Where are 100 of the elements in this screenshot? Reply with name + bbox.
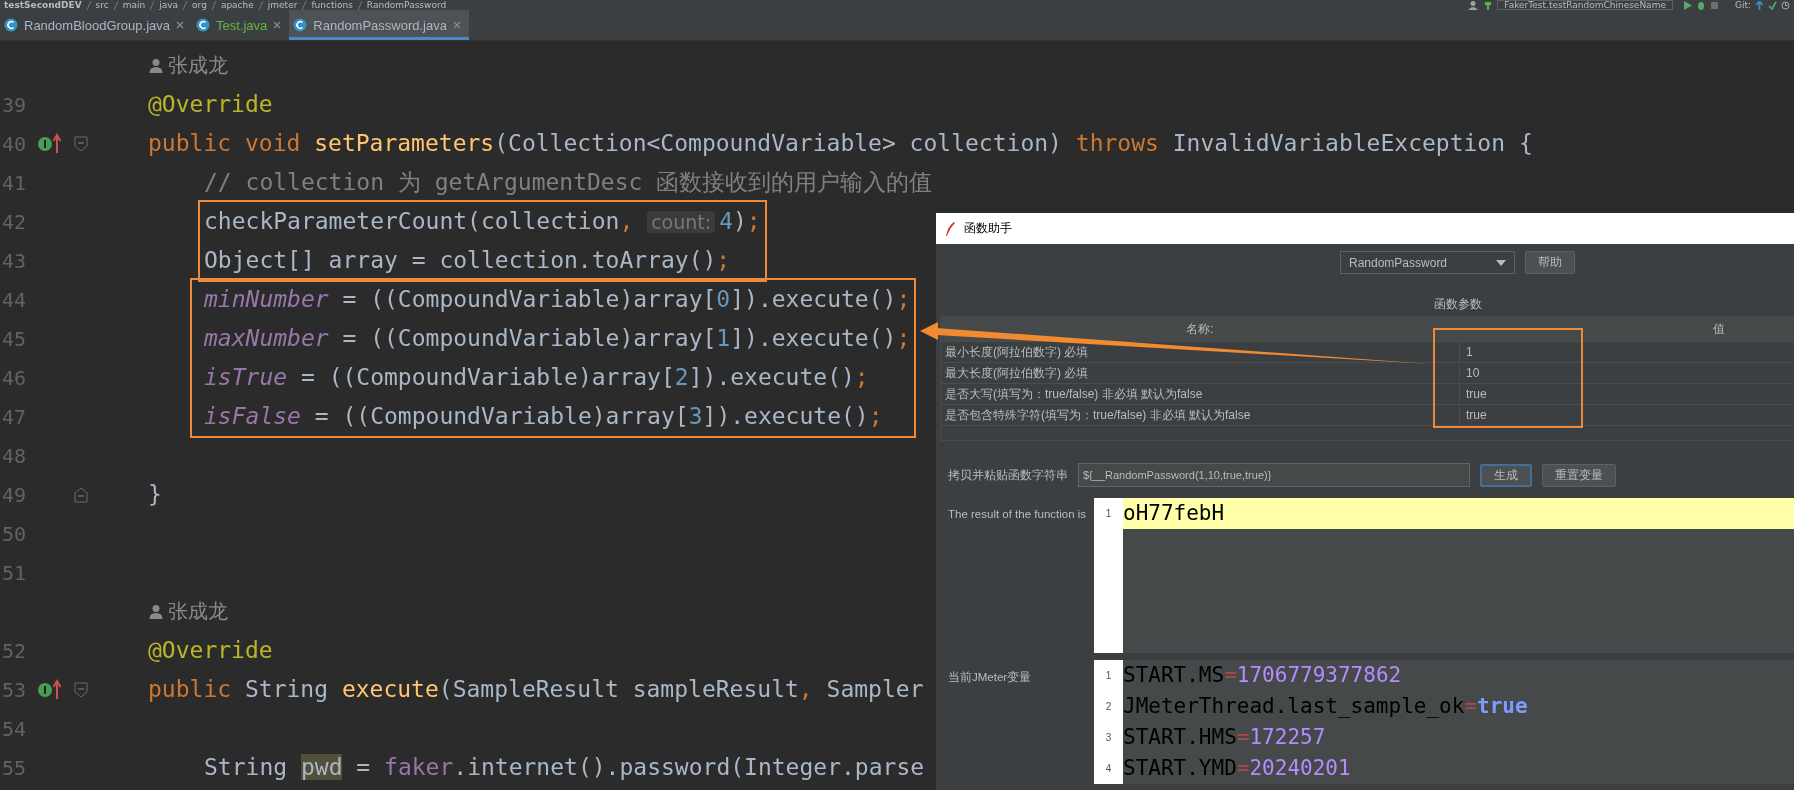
code-line: minNumber = ((CompoundVariable)array[0]).execute(); bbox=[204, 285, 911, 314]
parameter-hint: count: bbox=[647, 210, 716, 233]
line-number: 55 bbox=[0, 755, 26, 780]
code-line: String pwd = faker.internet().password(Integer.parse bbox=[204, 753, 925, 782]
editor-tab[interactable]: RandomBloodGroup.java bbox=[0, 10, 192, 40]
function-dropdown[interactable]: RandomPassword bbox=[1340, 251, 1515, 274]
table-cell: 1 bbox=[1459, 342, 1794, 362]
run-configuration-dropdown[interactable]: FakerTest.testRandomChineseName bbox=[1497, 0, 1673, 10]
breadcrumb-item[interactable]: RandomPassword bbox=[366, 0, 447, 10]
class-icon bbox=[293, 18, 308, 32]
code-line: @Override bbox=[148, 636, 273, 665]
field-label: The result of the function is bbox=[947, 507, 1088, 522]
close-icon bbox=[273, 21, 282, 29]
breadcrumb-item[interactable]: testSecondDEV bbox=[4, 0, 82, 10]
line-number: 52 bbox=[0, 638, 26, 663]
code-line: isTrue = ((CompoundVariable)array[2]).execute(); bbox=[204, 363, 869, 392]
line-number: 40 bbox=[0, 131, 26, 156]
person-icon bbox=[148, 603, 164, 620]
code-line: } bbox=[148, 480, 162, 509]
breadcrumb-item[interactable]: apache bbox=[220, 0, 254, 10]
caret-icon bbox=[1496, 259, 1506, 266]
column-header: 名称: bbox=[1185, 321, 1215, 338]
table-cell: true bbox=[1459, 384, 1794, 404]
code-line: public void setParameters(Collection<CompoundVariable> collection) throws InvalidVariableException { bbox=[148, 129, 1533, 158]
reset-button[interactable]: 重置变量 bbox=[1542, 463, 1616, 487]
table-cell: 10 bbox=[1459, 363, 1794, 383]
table-cell-text: 最大长度(阿拉伯数字) 必填 bbox=[944, 365, 1090, 382]
close-icon bbox=[176, 21, 184, 29]
person-icon bbox=[1467, 0, 1480, 10]
code-line: maxNumber = ((CompoundVariable)array[1]).execute(); bbox=[204, 324, 911, 353]
author-hint[interactable]: 张成龙 bbox=[168, 592, 228, 631]
section-title: 函数参数 bbox=[1433, 296, 1483, 312]
slash-icon bbox=[210, 0, 217, 10]
code-line: checkParameterCount(collection, count: 4); bbox=[204, 206, 761, 236]
breadcrumb-item[interactable]: main bbox=[122, 0, 146, 10]
text-line: JMeterThread.last_sample_ok=true bbox=[1123, 693, 1529, 720]
table-cell-text: 最小长度(阿拉伯数字) 必填 bbox=[944, 344, 1090, 361]
table-cell-text: 是否包含特殊字符(填写为：true/false) 非必填 默认为false bbox=[944, 407, 1252, 424]
column-header: 值 bbox=[1712, 321, 1726, 338]
text-line: START.HMS=172257 bbox=[1123, 724, 1327, 751]
code-line: public String execute(SampleResult sampleResult, Sampler bbox=[148, 675, 924, 704]
close-icon bbox=[453, 21, 461, 29]
line-number: 3 bbox=[1104, 731, 1113, 745]
commit-icon bbox=[1768, 0, 1777, 10]
field-label: 拷贝并粘贴函数字符串 bbox=[948, 466, 1068, 484]
line-number: 47 bbox=[0, 404, 26, 429]
help-button[interactable]: 帮助 bbox=[1525, 251, 1575, 274]
stop-icon bbox=[1709, 0, 1719, 10]
line-number: 1 bbox=[1104, 669, 1113, 683]
slash-icon bbox=[301, 0, 308, 10]
table-cell: true bbox=[1459, 405, 1794, 425]
function-string-field[interactable]: ${__RandomPassword(1,10,true,true)} bbox=[1078, 463, 1470, 487]
line-number: 43 bbox=[0, 248, 26, 273]
class-icon bbox=[4, 18, 18, 32]
window-title: 函数助手 bbox=[964, 220, 1012, 237]
slash-icon bbox=[182, 0, 189, 10]
line-number: 50 bbox=[0, 521, 26, 546]
line-number: 48 bbox=[0, 443, 26, 468]
class-icon bbox=[196, 18, 210, 32]
breadcrumb-item[interactable]: java bbox=[159, 0, 179, 10]
line-number: 46 bbox=[0, 365, 26, 390]
generate-button[interactable]: 生成 bbox=[1480, 463, 1532, 487]
author-hint[interactable]: 张成龙 bbox=[168, 46, 228, 85]
text-area[interactable]: 1 oH77febH bbox=[1094, 498, 1794, 653]
line-number: 2 bbox=[1104, 700, 1113, 714]
line-number: 41 bbox=[0, 170, 26, 195]
code-line: // collection 为 getArgumentDesc 函数接收到的用户输入的值 bbox=[204, 168, 933, 197]
line-number: 1 bbox=[1104, 507, 1113, 521]
field-label: 当前JMeter变量 bbox=[947, 670, 1033, 685]
line-number: 51 bbox=[0, 560, 26, 585]
breadcrumb-item[interactable]: functions bbox=[311, 0, 353, 10]
breadcrumb-item[interactable]: src bbox=[95, 0, 109, 10]
line-number: 53 bbox=[0, 677, 26, 702]
line-number: 4 bbox=[1104, 762, 1113, 776]
line-number: 44 bbox=[0, 287, 26, 312]
line-number: 49 bbox=[0, 482, 26, 507]
line-number: 45 bbox=[0, 326, 26, 351]
line-number: 39 bbox=[0, 92, 26, 117]
slash-icon bbox=[85, 0, 92, 10]
slash-icon bbox=[257, 0, 264, 10]
code-line: isFalse = ((CompoundVariable)array[3]).execute(); bbox=[204, 402, 883, 431]
text-line: START.MS=1706779377862 bbox=[1123, 662, 1403, 689]
code-line: Object[] array = collection.toArray(); bbox=[204, 246, 731, 275]
line-number: 54 bbox=[0, 716, 26, 741]
update-icon bbox=[1755, 0, 1764, 10]
person-icon bbox=[148, 57, 164, 74]
quill-icon bbox=[944, 220, 956, 237]
line-number: 42 bbox=[0, 209, 26, 234]
text-line: START.YMD=20240201 bbox=[1123, 755, 1352, 782]
history-icon bbox=[1781, 0, 1790, 10]
breadcrumb-item[interactable]: jmeter bbox=[267, 0, 298, 10]
editor-tab[interactable]: Test.java bbox=[192, 10, 290, 40]
text-area[interactable]: 1 2 3 4 START.MS=1706779377862 JMeterThread.last_sample_ok=true START.HMS=172257 START.YMD=20240201 bbox=[1094, 660, 1794, 784]
vcs-label: Git: bbox=[1734, 0, 1751, 10]
slash-icon bbox=[112, 0, 119, 10]
editor-tab[interactable]: RandomPassword.java bbox=[289, 10, 469, 40]
slash-icon bbox=[356, 0, 363, 10]
breadcrumb-item[interactable]: org bbox=[192, 0, 207, 10]
code-line: @Override bbox=[148, 90, 273, 119]
table-cell-text: 是否大写(填写为：true/false) 非必填 默认为false bbox=[944, 386, 1204, 403]
